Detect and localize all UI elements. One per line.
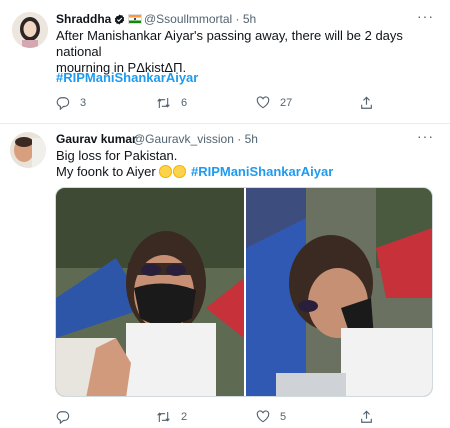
avatar[interactable] [10,132,46,168]
tweet-actions: 3 6 27 [56,96,386,112]
author-name[interactable]: Gaurav kumar [56,132,137,146]
share-icon [360,96,373,110]
like-count: 5 [280,410,287,423]
tweet-photo[interactable] [246,188,432,396]
media-grid [55,187,433,397]
like-icon [256,96,270,109]
retweet-count: 2 [181,411,188,423]
tweet[interactable]: Shraddha @Ssoullmmortal · 5h ··· After M… [0,0,450,124]
reply-button[interactable] [56,410,80,424]
share-button[interactable] [360,96,373,110]
tweet-time[interactable]: · 5h [236,12,257,26]
like-button[interactable]: 5 [256,410,286,423]
avatar[interactable] [12,12,48,48]
tweet-text: Big loss for Pakistan. My foonk to Aiyer… [56,148,334,179]
more-icon[interactable]: ··· [417,128,434,144]
author-handle[interactable]: @Ssoullmmortal [144,12,232,26]
retweet-button[interactable]: 6 [156,96,187,110]
like-count: 27 [280,96,293,109]
hashtag-link[interactable]: #RIPManiShankarAiyar [191,164,333,179]
share-icon [360,410,373,424]
tweet-text: After Manishankar Aiyar's passing away, … [56,28,403,75]
retweet-button[interactable]: 2 [156,410,187,424]
like-icon [256,410,270,423]
tweet-actions: 2 5 [56,410,386,426]
retweet-icon [156,410,171,424]
hashtag-link[interactable]: #RIPManiShankarAiyar [56,70,198,86]
like-button[interactable]: 27 [256,96,292,109]
author-handle[interactable]: @Gauravk_vission [133,132,234,146]
author-name[interactable]: Shraddha [56,12,145,28]
share-button[interactable] [360,410,373,424]
more-icon[interactable]: ··· [417,8,434,24]
tweet-time[interactable]: · 5h [237,132,258,146]
retweet-count: 6 [181,97,188,109]
reply-icon [56,410,70,424]
tweet-photo[interactable] [56,188,244,396]
tweet[interactable]: Gaurav kumar @Gauravk_vission · 5h ··· B… [0,124,450,428]
reply-icon [56,96,70,110]
reply-button[interactable]: 3 [56,96,86,110]
hands-emoji-icon [159,165,173,178]
retweet-icon [156,96,171,110]
india-flag-icon [128,14,143,24]
reply-count: 3 [80,97,87,109]
verified-badge-icon [114,14,125,28]
hands-emoji-icon [173,165,187,178]
